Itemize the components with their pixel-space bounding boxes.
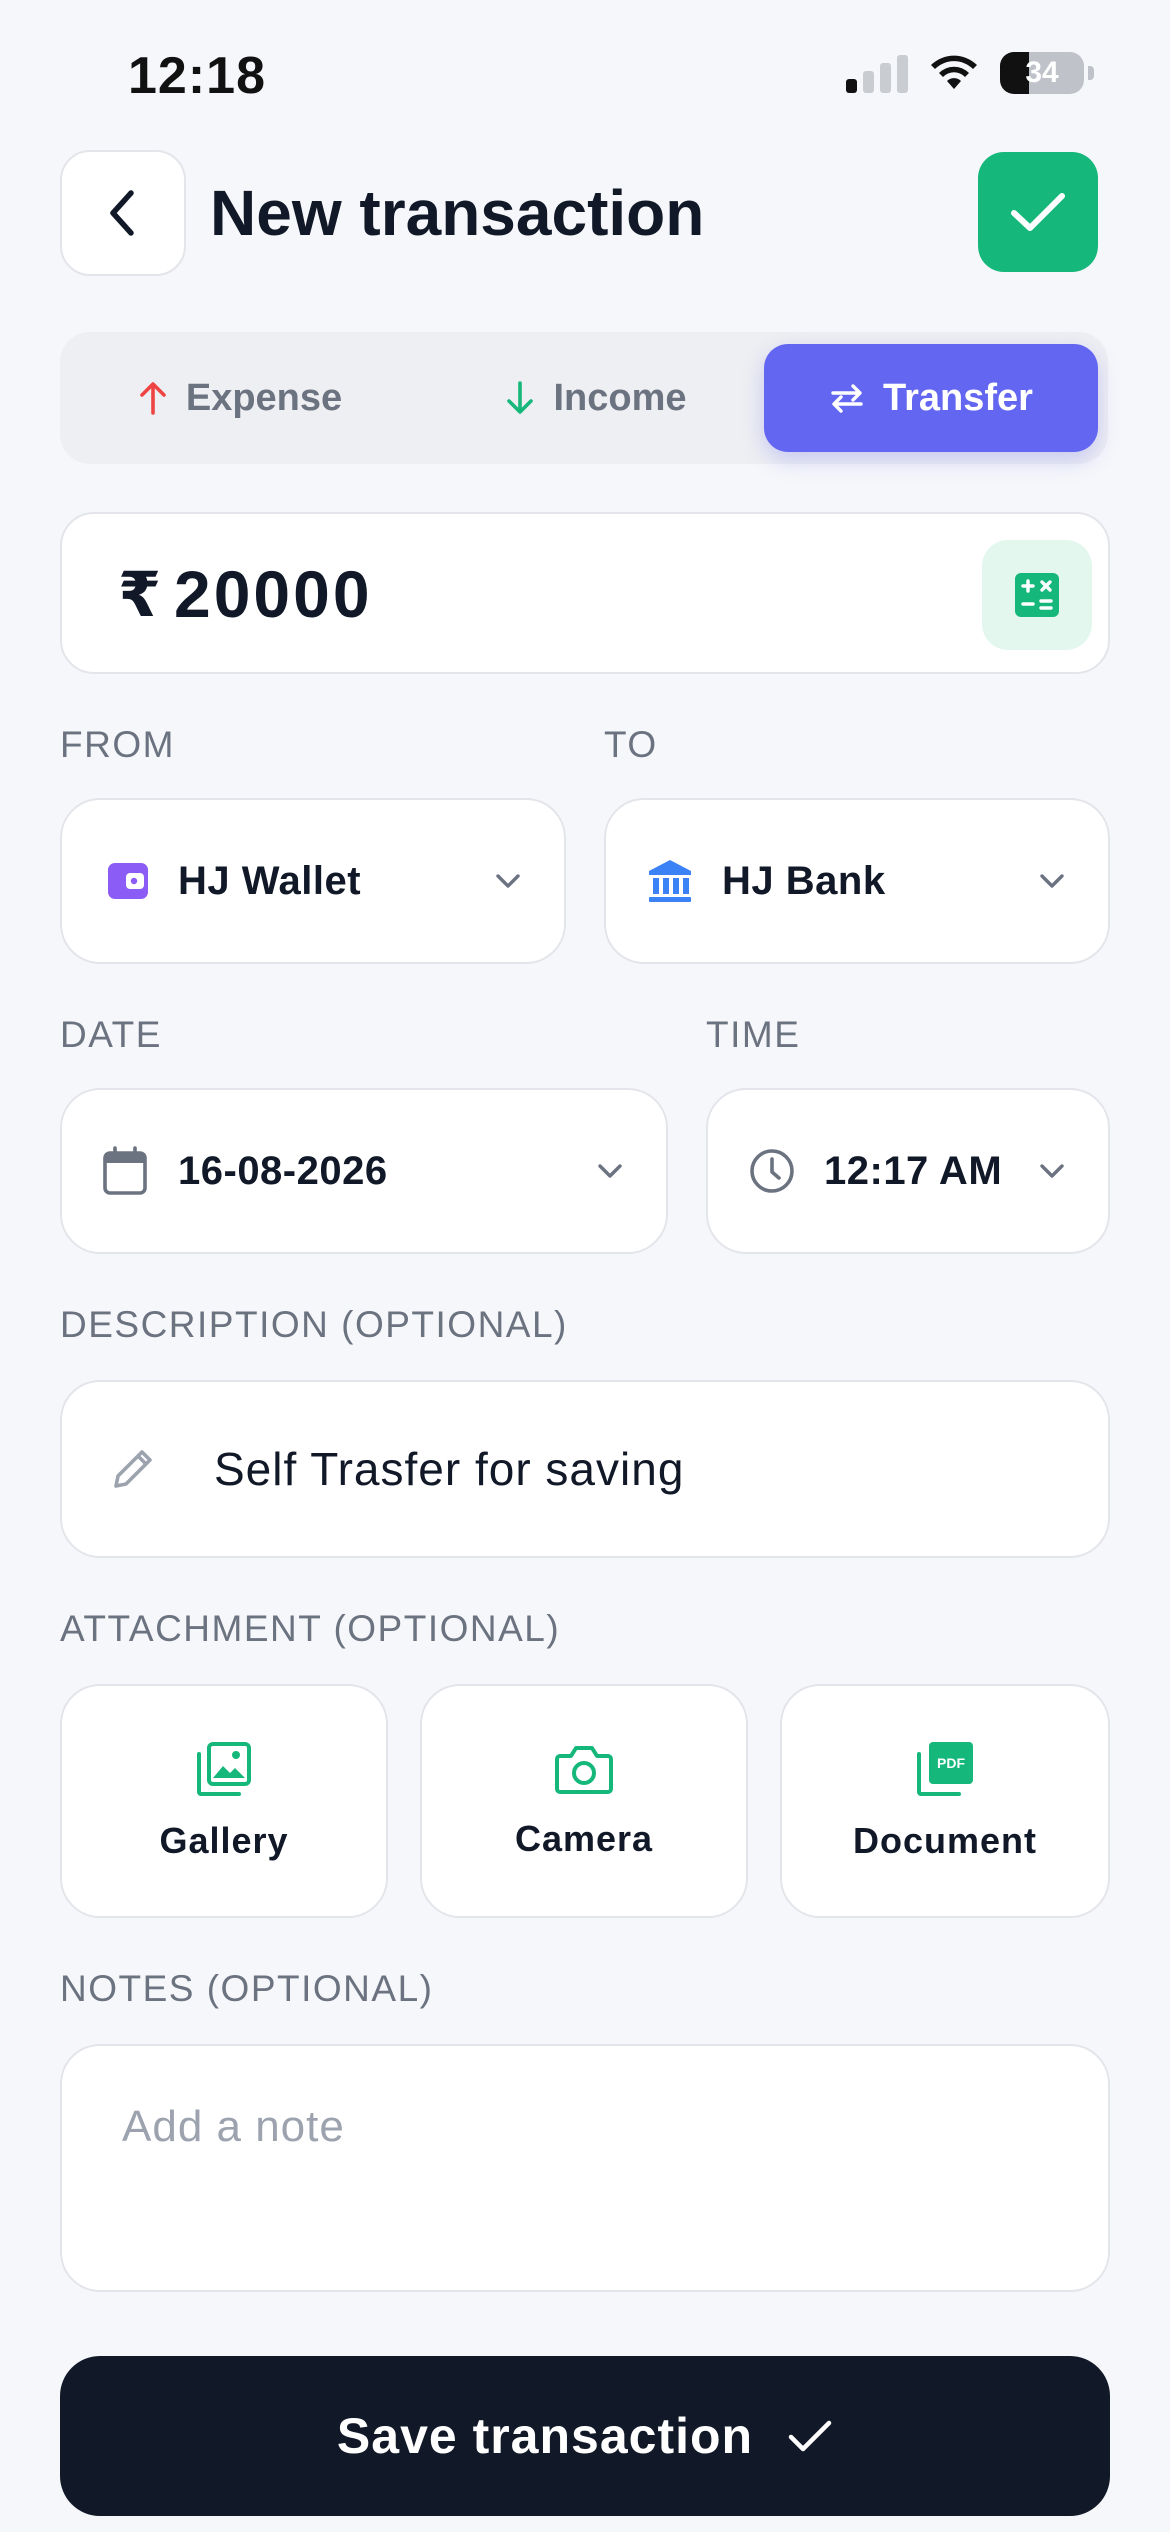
pencil-icon (114, 1450, 152, 1488)
date-label: DATE (60, 1014, 162, 1055)
calculator-icon (1015, 573, 1059, 617)
from-label: FROM (60, 724, 175, 765)
tab-transfer[interactable]: Transfer (764, 344, 1098, 452)
tab-expense[interactable]: Expense (60, 344, 420, 452)
tab-income-label: Income (553, 376, 687, 419)
bank-icon (649, 860, 691, 902)
calculator-button[interactable] (982, 540, 1092, 650)
attach-camera-label: Camera (514, 1818, 654, 1859)
calendar-icon (103, 1146, 147, 1195)
transaction-type-tabs: Expense Income Transfer (60, 332, 1108, 464)
description-value: Self Trasfer for saving (214, 1443, 685, 1495)
swap-icon (831, 384, 863, 413)
save-transaction-button[interactable]: Save transaction (60, 2356, 1110, 2516)
attach-gallery-button[interactable]: Gallery (60, 1684, 388, 1918)
to-account-select[interactable]: HJ Bank (604, 798, 1110, 964)
pdf-icon: PDF (917, 1742, 973, 1796)
to-account-name: HJ Bank (722, 858, 886, 903)
to-label: TO (604, 724, 658, 765)
description-input[interactable]: Self Trasfer for saving (60, 1380, 1110, 1558)
cellular-signal-icon (846, 53, 908, 93)
battery-icon: 34 (1000, 52, 1084, 94)
chevron-left-icon (110, 190, 134, 236)
notes-field[interactable] (60, 2044, 1110, 2292)
date-value: 16-08-2026 (178, 1148, 388, 1193)
tab-income[interactable]: Income (416, 344, 776, 452)
time-value: 12:17 AM (824, 1148, 1003, 1193)
description-label: DESCRIPTION (OPTIONAL) (60, 1304, 568, 1345)
from-account-select[interactable]: HJ Wallet (60, 798, 566, 964)
amount-field[interactable]: ₹ 20000 (60, 512, 1110, 674)
back-button[interactable] (60, 150, 186, 276)
gallery-icon (197, 1742, 251, 1796)
clock-icon (750, 1149, 794, 1193)
attach-document-button[interactable]: PDF Document (780, 1684, 1110, 1918)
from-account-name: HJ Wallet (178, 858, 362, 903)
time-label: TIME (706, 1014, 801, 1055)
battery-level: 34 (1025, 56, 1059, 89)
svg-text:PDF: PDF (937, 1755, 965, 1771)
attach-camera-button[interactable]: Camera (420, 1684, 748, 1918)
chevron-down-icon (496, 874, 520, 888)
status-time: 12:18 (128, 47, 266, 105)
wifi-icon (931, 55, 977, 89)
tab-expense-label: Expense (185, 376, 343, 419)
notes-label: NOTES (OPTIONAL) (60, 1968, 434, 2009)
check-icon (788, 2420, 832, 2452)
currency-symbol: ₹ (118, 561, 162, 630)
tab-transfer-label: Transfer (883, 376, 1033, 419)
wallet-icon (108, 863, 148, 899)
save-transaction-label: Save transaction (336, 2408, 754, 2464)
chevron-down-icon (1040, 874, 1064, 888)
attach-gallery-label: Gallery (159, 1820, 289, 1861)
attach-document-label: Document (852, 1820, 1037, 1861)
chevron-down-icon (598, 1164, 622, 1178)
chevron-down-icon (1040, 1164, 1064, 1178)
arrow-down-icon (507, 381, 534, 414)
page-title: New transaction (210, 177, 705, 249)
confirm-button[interactable] (978, 152, 1098, 272)
status-icons: 34 (846, 52, 1094, 94)
camera-icon (555, 1746, 613, 1794)
amount-value[interactable]: 20000 (174, 556, 373, 632)
date-picker[interactable]: 16-08-2026 (60, 1088, 668, 1254)
check-icon (1011, 193, 1065, 231)
arrow-up-icon (140, 382, 166, 415)
attachment-label: ATTACHMENT (OPTIONAL) (60, 1608, 561, 1649)
time-picker[interactable]: 12:17 AM (706, 1088, 1110, 1254)
notes-input[interactable] (122, 2102, 1022, 2152)
